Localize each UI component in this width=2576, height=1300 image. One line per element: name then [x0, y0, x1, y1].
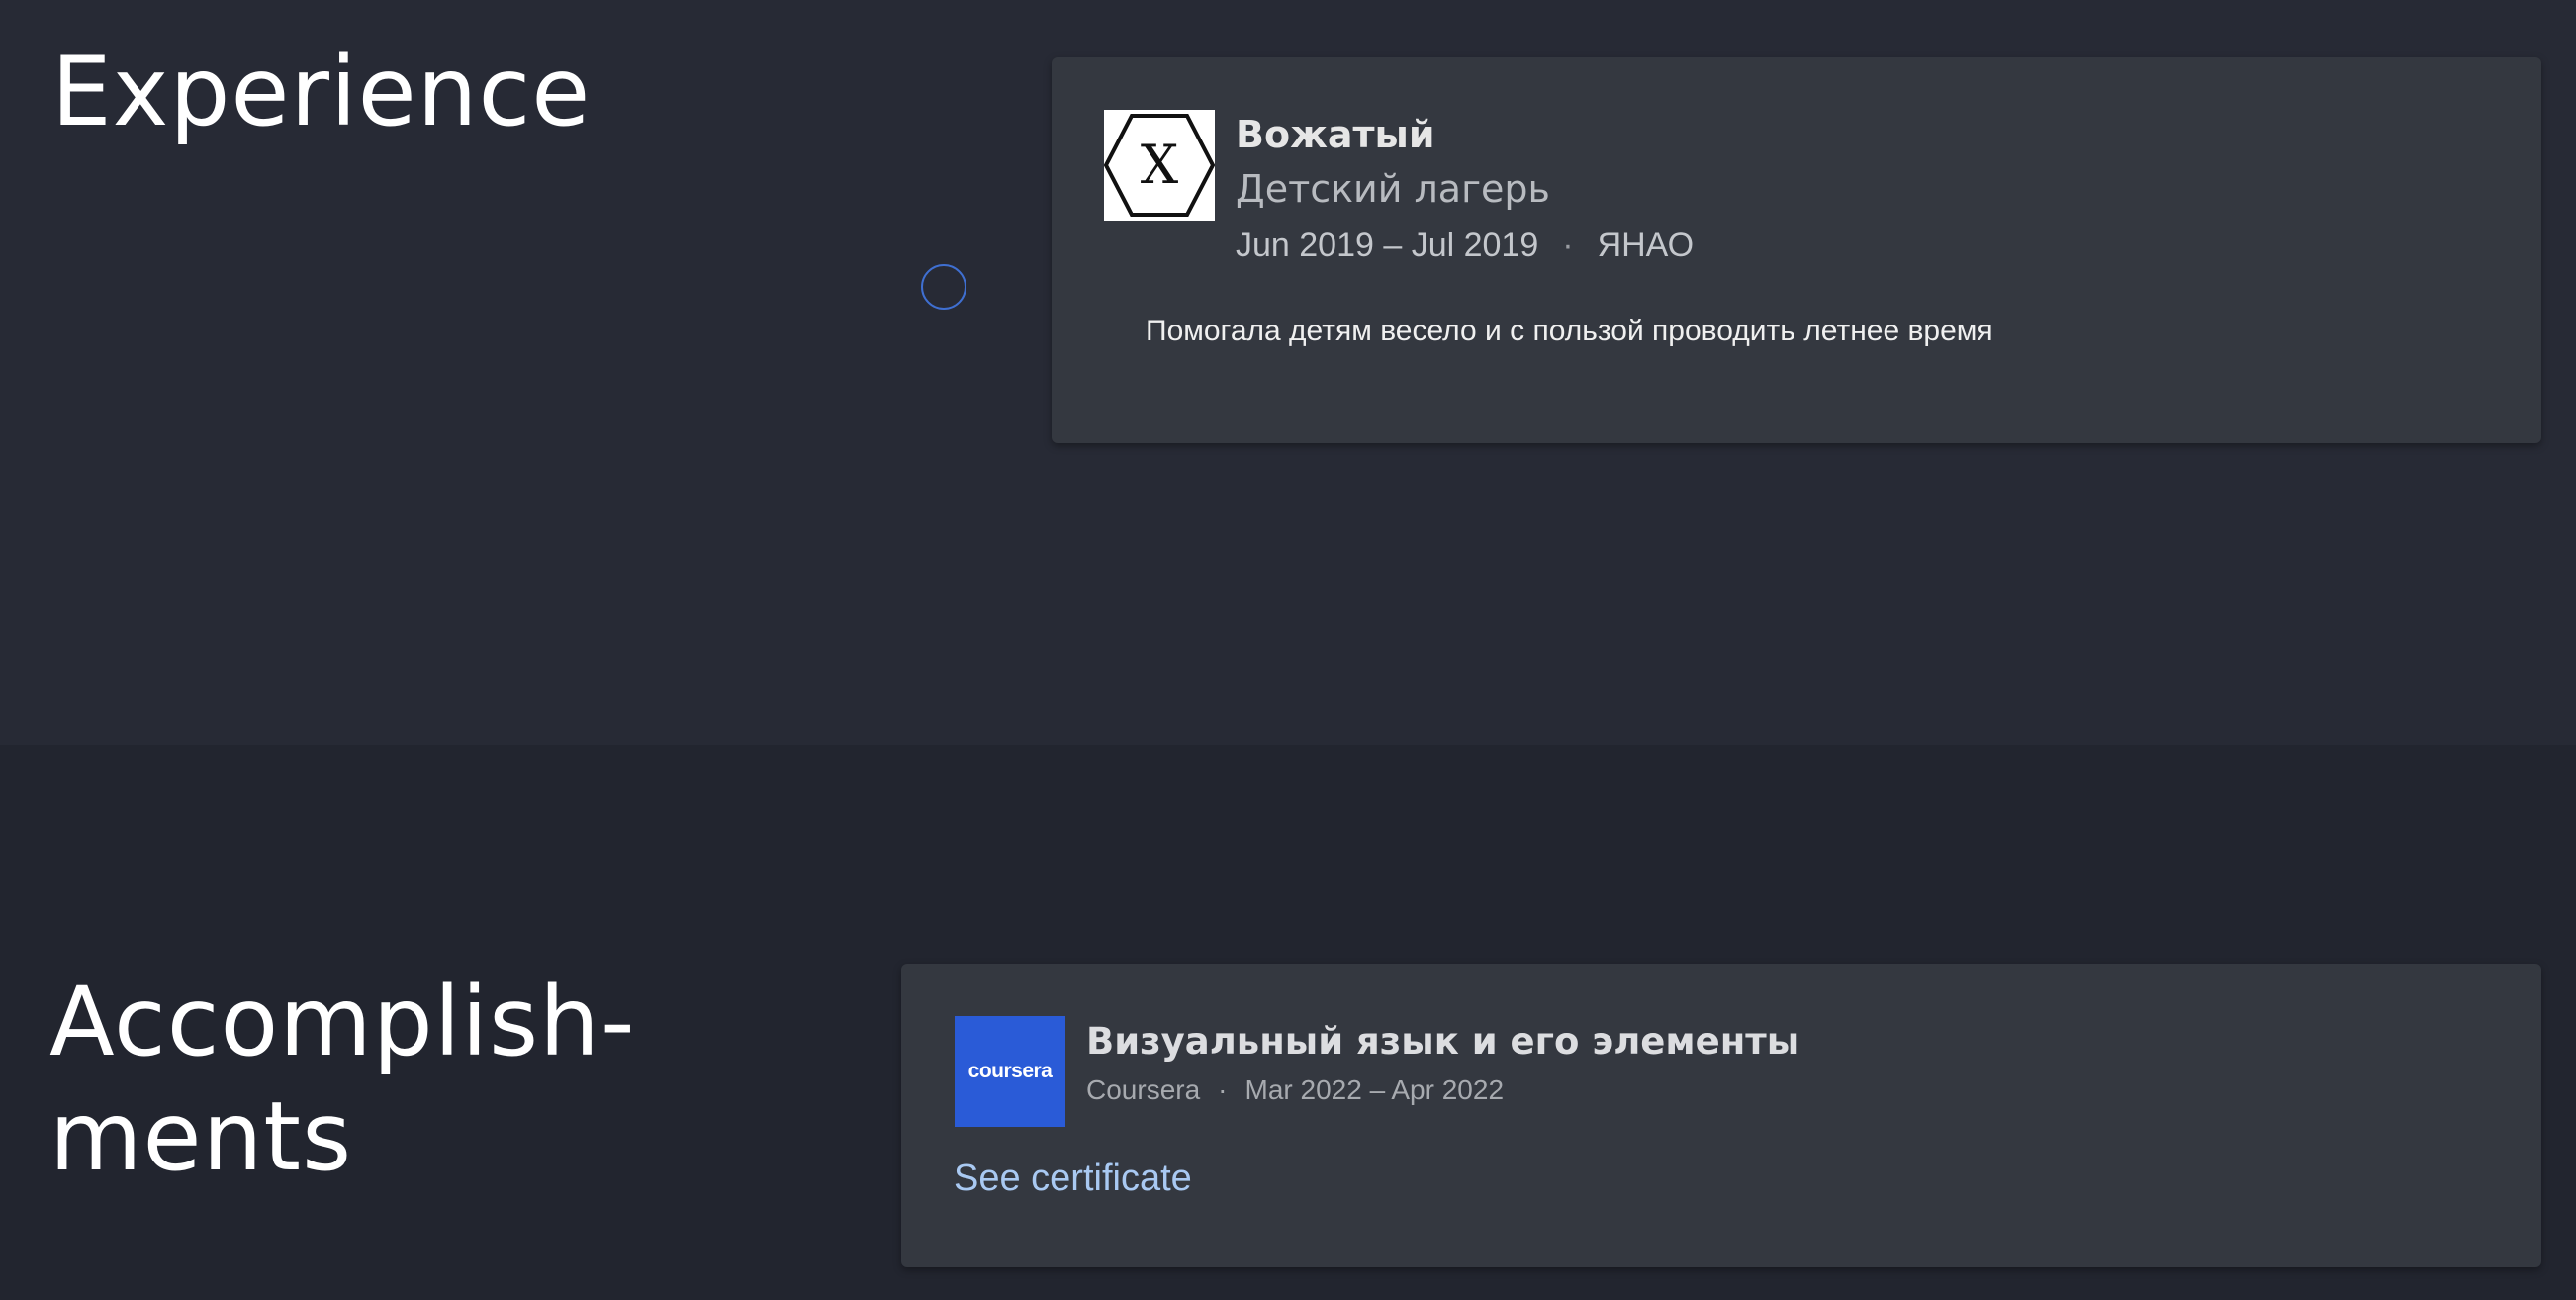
job-title: Вожатый — [1236, 113, 1435, 156]
company-name: Детский лагерь — [1236, 167, 1550, 211]
experience-card: X Вожатый Детский лагерь Jun 2019 – Jul … — [1052, 57, 2541, 443]
accomplishments-section-title: Accomplish-ments — [49, 965, 742, 1194]
meta-separator: · — [1562, 227, 1574, 264]
accomplishment-card: coursera Визуальный язык и его элементы … — [901, 964, 2541, 1267]
accomplishments-title-text: Accomplish-ments — [49, 967, 636, 1192]
accomplishments-section: Accomplish-ments coursera Визуальный язы… — [0, 745, 2576, 1300]
job-dates: Jun 2019 – Jul 2019 — [1236, 227, 1539, 264]
coursera-logo-text: coursera — [967, 1060, 1053, 1082]
job-location: ЯНАО — [1597, 227, 1695, 264]
coursera-logo-icon: coursera — [955, 1016, 1065, 1127]
job-meta: Jun 2019 – Jul 2019 · ЯНАО — [1236, 226, 1694, 265]
job-description: Помогала детям весело и с пользой провод… — [1146, 315, 1993, 347]
x-hexagon-logo-icon: X — [1104, 110, 1215, 221]
accomplishment-issuer: Coursera — [1086, 1074, 1201, 1105]
logo-letter: X — [1141, 134, 1179, 196]
see-certificate-link[interactable]: See certificate — [954, 1156, 1192, 1201]
accomplishment-meta: Coursera · Mar 2022 – Apr 2022 — [1086, 1073, 1504, 1107]
accomplishment-title: Визуальный язык и его элементы — [1086, 1020, 1800, 1063]
experience-section: Experience X Вожатый Детский лагерь Jun … — [0, 0, 2576, 745]
timeline-dot-icon — [921, 264, 966, 310]
experience-section-title: Experience — [51, 37, 592, 147]
accomplishment-dates: Mar 2022 – Apr 2022 — [1244, 1074, 1505, 1105]
meta-separator: · — [1218, 1074, 1228, 1105]
